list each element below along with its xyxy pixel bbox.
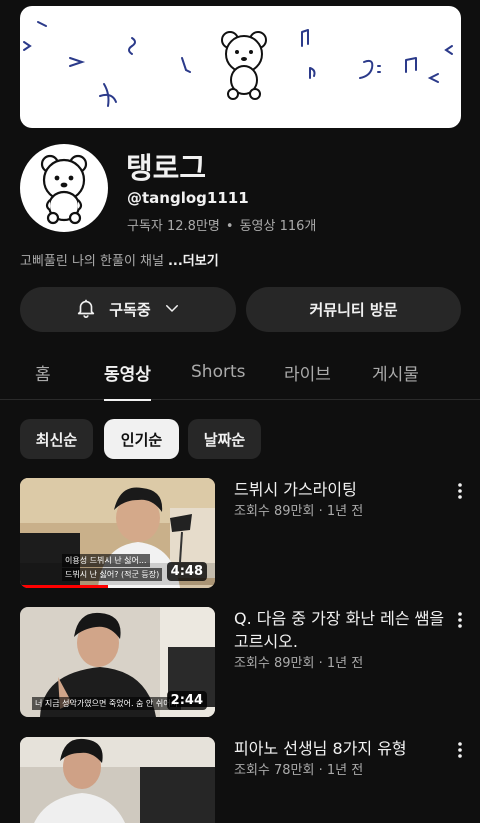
bell-icon <box>75 297 97 323</box>
chevron-down-icon <box>163 299 181 321</box>
tab-shorts-label: Shorts <box>191 362 246 382</box>
thumbnail-image <box>20 737 215 823</box>
channel-banner <box>20 6 461 128</box>
tab-videos[interactable]: 동영상 <box>104 344 151 401</box>
video-thumbnail[interactable]: 너 지금 성악가였으면 죽었어. 숨 안 쉬어서 2:44 <box>20 607 215 717</box>
watch-progress-bar <box>20 585 215 588</box>
video-title[interactable]: 드뷔시 가스라이팅 <box>234 478 446 501</box>
tab-live[interactable]: 라이브 <box>284 344 331 400</box>
video-item[interactable]: 피아노 선생님 8가지 유형 조회수 78만회 · 1년 전 <box>20 737 480 823</box>
more-vert-icon[interactable] <box>450 740 470 760</box>
thumbnail-caption: 이용성 드뷔시 난 싫어... <box>62 554 150 567</box>
video-item[interactable]: 이용성 드뷔시 난 싫어... 드뷔시 난 싫어? (적군 등장) 4:48 드… <box>20 478 480 590</box>
subscriber-count: 구독자 12.8만명 <box>127 219 220 234</box>
tab-home[interactable]: 홈 <box>35 344 51 400</box>
channel-handle: @tanglog1111 <box>127 189 249 207</box>
video-title[interactable]: Q. 다음 중 가장 화난 레슨 쌤을 고르시오. <box>234 607 446 653</box>
channel-avatar[interactable] <box>20 144 108 232</box>
video-duration: 2:44 <box>166 691 207 710</box>
video-count: 동영상 116개 <box>239 219 317 234</box>
description-text: 고삐풀린 나의 한풀이 채널 <box>20 254 164 269</box>
channel-name: 탱로그 <box>126 151 207 185</box>
video-meta: 조회수 78만회 · 1년 전 <box>234 763 364 778</box>
filter-oldest[interactable]: 날짜순 <box>188 419 261 459</box>
thumbnail-caption: 드뷔시 난 싫어? (적군 등장) <box>62 568 163 581</box>
more-vert-icon[interactable] <box>450 610 470 630</box>
stats-separator: • <box>225 219 234 234</box>
channel-tabs: 홈 동영상 Shorts 라이브 게시물 <box>0 344 480 401</box>
community-label: 커뮤니티 방문 <box>309 301 398 319</box>
video-title[interactable]: 피아노 선생님 8가지 유형 <box>234 737 446 760</box>
video-meta: 조회수 89만회 · 1년 전 <box>234 504 364 519</box>
bear-avatar-icon <box>40 154 88 225</box>
watch-progress-fill <box>20 585 108 588</box>
video-thumbnail[interactable] <box>20 737 215 823</box>
tab-shorts[interactable]: Shorts <box>191 344 245 400</box>
subscribed-button[interactable]: 구독중 <box>20 287 236 332</box>
more-vert-icon[interactable] <box>450 481 470 501</box>
banner-doodle-art <box>23 21 453 107</box>
video-meta: 조회수 89만회 · 1년 전 <box>234 656 364 671</box>
video-thumbnail[interactable]: 이용성 드뷔시 난 싫어... 드뷔시 난 싫어? (적군 등장) 4:48 <box>20 478 215 588</box>
channel-description[interactable]: 고삐풀린 나의 한풀이 채널 ...더보기 <box>20 250 219 269</box>
tab-posts[interactable]: 게시물 <box>372 344 419 400</box>
tab-home-label: 홈 <box>35 364 51 385</box>
channel-stats: 구독자 12.8만명 • 동영상 116개 <box>127 215 316 234</box>
more-link[interactable]: ...더보기 <box>168 254 219 269</box>
filter-popular[interactable]: 인기순 <box>104 419 179 459</box>
tab-posts-label: 게시물 <box>372 364 419 385</box>
filter-latest[interactable]: 최신순 <box>20 419 93 459</box>
tab-videos-label: 동영상 <box>104 364 151 385</box>
thumbnail-caption: 너 지금 성악가였으면 죽었어. 숨 안 쉬어서 <box>32 697 181 710</box>
community-button[interactable]: 커뮤니티 방문 <box>246 287 461 332</box>
tab-live-label: 라이브 <box>284 364 331 385</box>
video-item[interactable]: 너 지금 성악가였으면 죽었어. 숨 안 쉬어서 2:44 Q. 다음 중 가장… <box>20 607 480 719</box>
active-tab-indicator <box>104 399 151 401</box>
video-duration: 4:48 <box>166 562 207 581</box>
subscribed-label: 구독중 <box>109 301 151 319</box>
